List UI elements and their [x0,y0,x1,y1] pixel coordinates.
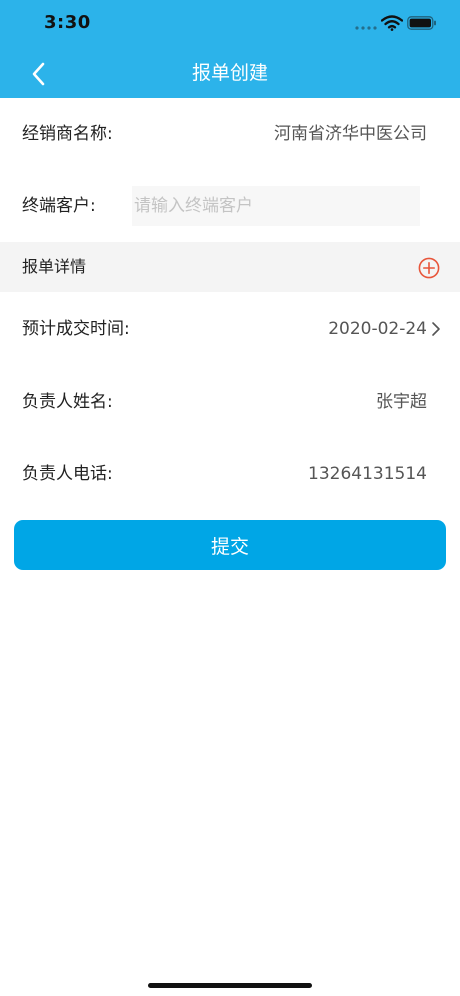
expected-close-date-row[interactable]: 预计成交时间: 2020-02-24 [0,309,460,349]
home-indicator[interactable] [148,983,312,988]
owner-name-label: 负责人姓名: [22,392,113,412]
add-circle-icon[interactable] [418,257,440,279]
navigation-bar: 3:30 报单创建 [0,0,460,98]
wifi-icon [381,15,403,31]
submit-button[interactable]: 提交 [14,520,446,570]
owner-phone-value: 13264131514 [308,464,427,484]
expected-close-date-label: 预计成交时间: [22,319,130,339]
page-title: 报单创建 [191,62,268,84]
owner-phone-row: 负责人电话: 13264131514 [0,454,460,494]
owner-name-value: 张宇超 [376,392,427,412]
details-section-header: 报单详情 [0,242,460,292]
dealer-value: 河南省济华中医公司 [274,124,427,144]
dealer-label: 经销商名称: [22,124,113,144]
details-section-title: 报单详情 [22,257,87,276]
expected-close-date-value: 2020-02-24 [328,319,427,339]
owner-phone-label: 负责人电话: [22,464,113,484]
terminal-customer-label: 终端客户: [22,196,96,216]
battery-icon [407,16,436,30]
terminal-customer-input[interactable] [132,186,420,226]
cellular-signal-icon [355,26,377,30]
owner-name-row: 负责人姓名: 张宇超 [0,382,460,422]
chevron-right-icon [432,322,440,336]
status-time: 3:30 [44,12,91,33]
dealer-row: 经销商名称: 河南省济华中医公司 [0,114,460,154]
